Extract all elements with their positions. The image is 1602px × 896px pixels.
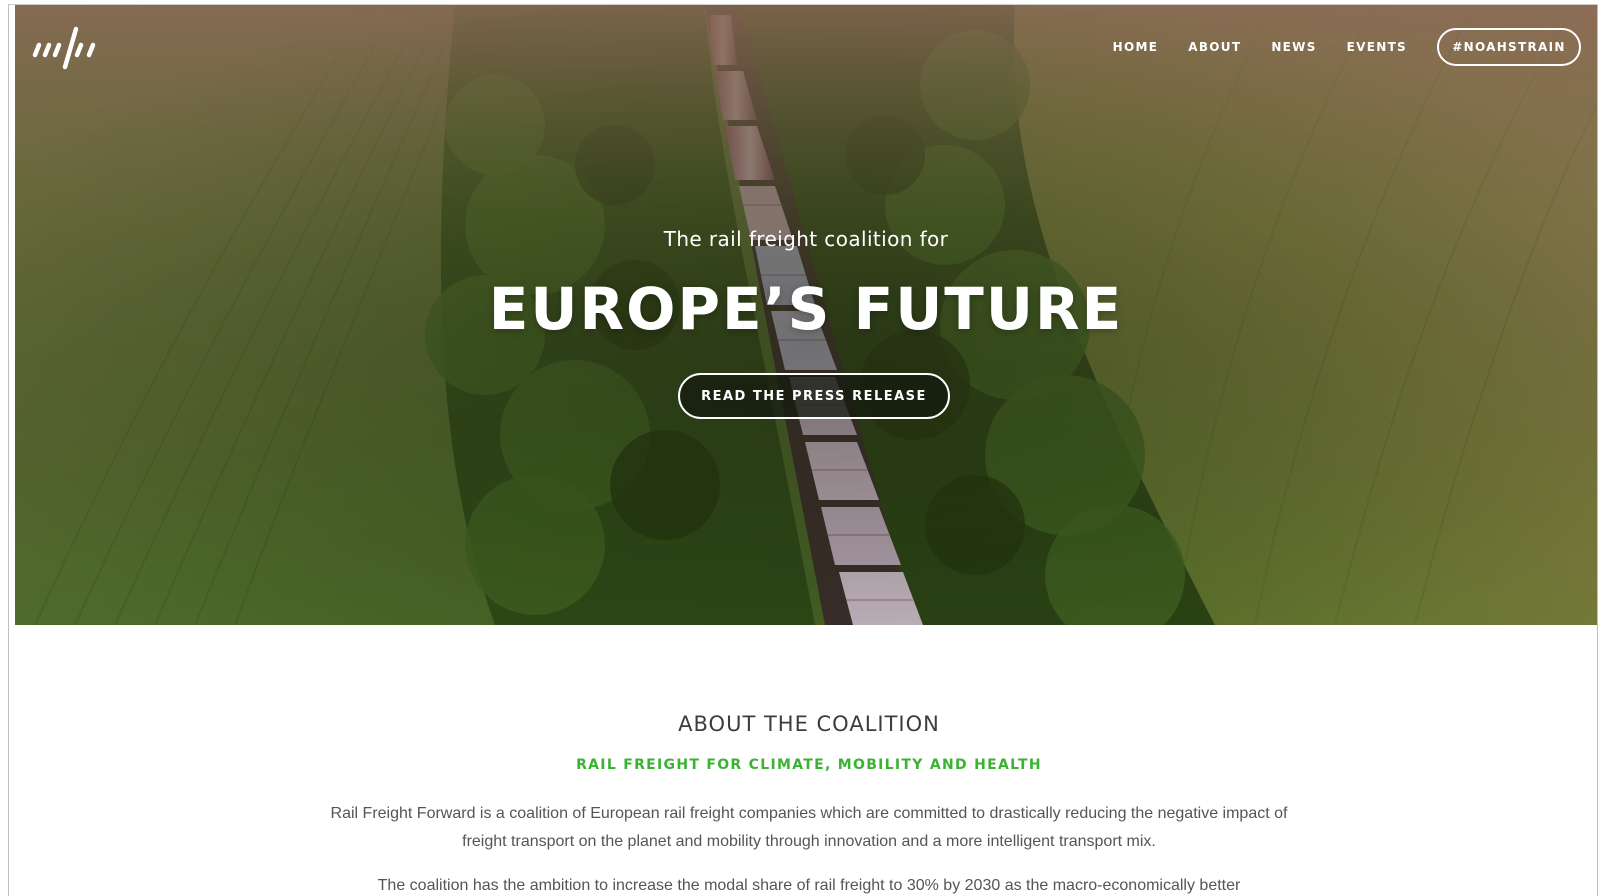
hero-section: HOME ABOUT NEWS EVENTS #NOAHSTRAIN The r… bbox=[15, 5, 1597, 625]
nav-news-link[interactable]: NEWS bbox=[1271, 40, 1316, 54]
brand-logo-icon[interactable] bbox=[31, 25, 103, 71]
about-paragraph-2: The coalition has the ambition to increa… bbox=[377, 877, 1241, 894]
noahstrain-button[interactable]: #NOAHSTRAIN bbox=[1437, 28, 1581, 66]
hero-kicker: The rail freight coalition for bbox=[663, 227, 949, 251]
about-paragraph-1: Rail Freight Forward is a coalition of E… bbox=[330, 805, 1288, 850]
nav-home-link[interactable]: HOME bbox=[1113, 40, 1159, 54]
nav-menu: HOME ABOUT NEWS EVENTS #NOAHSTRAIN bbox=[1113, 25, 1597, 69]
top-navigation: HOME ABOUT NEWS EVENTS #NOAHSTRAIN bbox=[15, 25, 1597, 71]
nav-events-link[interactable]: EVENTS bbox=[1347, 40, 1407, 54]
hero-headline: EUROPE’S FUTURE bbox=[488, 275, 1124, 343]
read-press-release-button[interactable]: READ THE PRESS RELEASE bbox=[678, 373, 950, 419]
about-section-title: ABOUT THE COALITION bbox=[678, 712, 940, 736]
about-section-subtitle: RAIL FREIGHT FOR CLIMATE, MOBILITY AND H… bbox=[576, 757, 1042, 773]
browser-frame: HOME ABOUT NEWS EVENTS #NOAHSTRAIN The r… bbox=[8, 4, 1598, 896]
nav-about-link[interactable]: ABOUT bbox=[1188, 40, 1241, 54]
